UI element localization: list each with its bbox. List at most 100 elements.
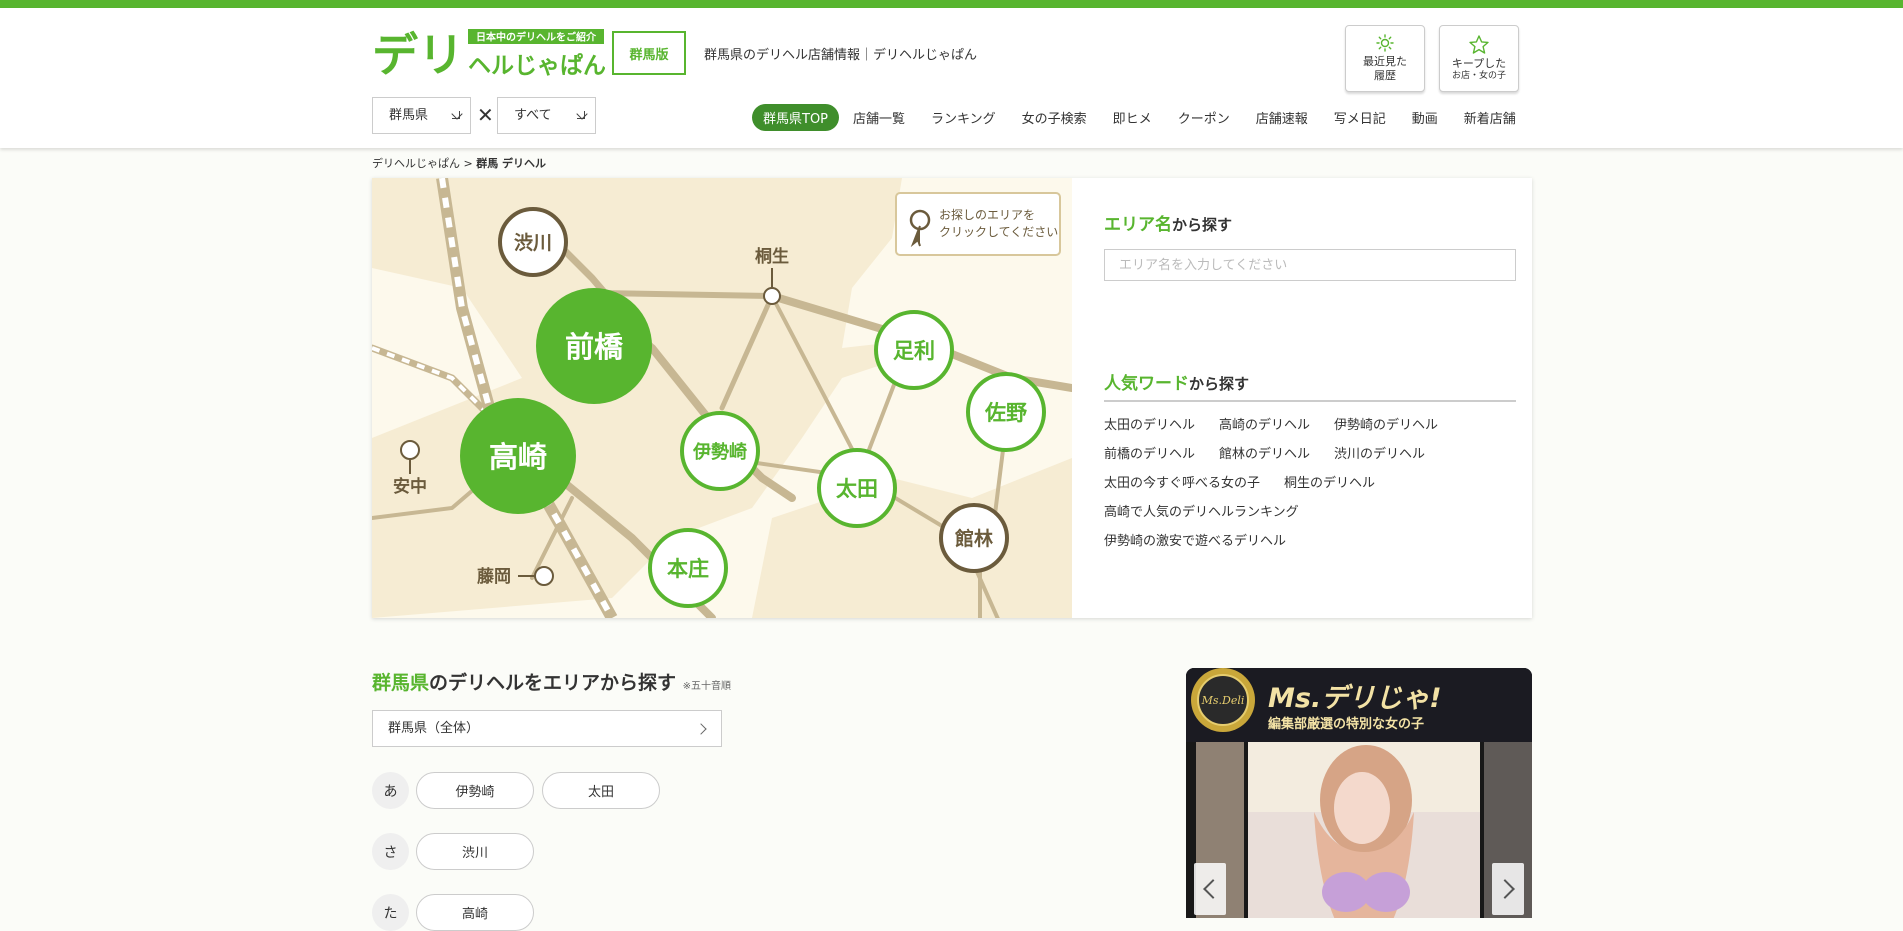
popular-word-link[interactable]: 高崎で人気のデリヘルランキング <box>1104 501 1492 520</box>
nav-item-gunma-top[interactable]: 群馬県TOP <box>752 103 840 131</box>
area-list-title-highlight: 群馬県 <box>372 672 430 694</box>
popular-word-link[interactable]: 前橋のデリヘル <box>1104 443 1195 462</box>
kana-label: さ <box>372 833 409 870</box>
nav-item-new-shops[interactable]: 新着店舗 <box>1464 108 1516 127</box>
popular-words-list: 太田のデリヘル 高崎のデリヘル 伊勢崎のデリヘル 前橋のデリヘル 館林のデリヘル… <box>1104 414 1516 559</box>
recent-label-line1: 最近見た <box>1363 54 1407 68</box>
popular-word-link[interactable]: 伊勢崎のデリヘル <box>1334 414 1438 433</box>
kept-items-button[interactable]: キープした お店・女の子 <box>1439 25 1519 92</box>
popular-word-link[interactable]: 館林のデリヘル <box>1219 443 1310 462</box>
map-label-kiryu: 桐生 <box>755 246 789 267</box>
sun-icon <box>1376 34 1394 52</box>
map-label-fujioka: 藤岡 <box>477 567 511 587</box>
popular-words: 人気ワードから探す 太田のデリヘル 高崎のデリヘル 伊勢崎のデリヘル 前橋のデリ… <box>1104 369 1516 559</box>
popular-title-highlight: 人気ワード <box>1104 374 1189 394</box>
chevron-left-icon <box>1203 879 1223 899</box>
chevron-down-icon <box>576 108 588 120</box>
breadcrumb-home[interactable]: デリヘルじゃぱん <box>372 157 460 170</box>
site-header: デリ 日本中のデリヘルをご紹介 ヘルじゃぱん! 群馬版 群馬県のデリヘル店舗情報… <box>0 8 1903 148</box>
kept-label-line1: キープした <box>1451 56 1507 70</box>
banner-title: Ms.デリじゃ! <box>1268 683 1442 714</box>
star-icon <box>1469 34 1489 54</box>
map-area-honjo[interactable]: 本庄 <box>648 528 728 608</box>
nav-item-photo-diary[interactable]: 写メ日記 <box>1334 108 1386 127</box>
area-list-note: ※五十音順 <box>682 681 732 692</box>
area-list-section: 群馬県のデリヘルをエリアから探す ※五十音順 群馬県（全体） あ 伊勢崎 太田 … <box>372 668 1092 931</box>
map-label-takasaki: 高崎 <box>489 440 547 474</box>
area-search-title: エリア名から探す <box>1104 210 1516 235</box>
area-name-input[interactable] <box>1104 249 1516 281</box>
area-search-title-rest: から探す <box>1172 216 1233 234</box>
popular-word-link[interactable]: 太田の今すぐ呼べる女の子 <box>1104 472 1260 491</box>
map-label-maebashi: 前橋 <box>565 330 624 364</box>
kept-label-line2: お店・女の子 <box>1451 70 1506 81</box>
search-panel: エリア名から探す 人気ワードから探す 太田のデリヘル 高崎のデリヘル 伊勢崎のデ… <box>1104 210 1516 559</box>
nav-item-sokuhime[interactable]: 即ヒメ <box>1113 108 1152 127</box>
global-nav: 群馬県TOP 店舗一覧 ランキング 女の子検索 即ヒメ クーポン 店舗速報 写メ… <box>752 103 1516 131</box>
hero-panel: お探しのエリアを クリックしてください 渋川 桐生 前橋 高崎 安中 足利 佐野… <box>372 178 1532 618</box>
area-pill-takasaki[interactable]: 高崎 <box>416 894 534 931</box>
banner-header: Ms.Deli Ms.デリじゃ! 編集部厳選の特別な女の子 <box>1186 668 1532 742</box>
kana-row-a: あ 伊勢崎 太田 <box>372 772 668 809</box>
svg-text:日本中のデリヘルをご紹介: 日本中のデリヘルをご紹介 <box>476 31 597 44</box>
popular-word-link[interactable]: 太田のデリヘル <box>1104 414 1195 433</box>
breadcrumb-current: 群馬 デリヘル <box>476 157 547 170</box>
chevron-right-icon <box>695 723 707 735</box>
banner-photo-carousel <box>1196 742 1532 918</box>
nav-item-shop-list[interactable]: 店舗一覧 <box>853 108 905 127</box>
map-area-ota[interactable]: 太田 <box>817 448 897 528</box>
carousel-prev-button[interactable] <box>1194 863 1226 915</box>
map-area-sano[interactable]: 佐野 <box>966 372 1046 452</box>
map-label-ota: 太田 <box>836 477 878 501</box>
map-label-shibukawa: 渋川 <box>514 231 552 254</box>
nav-item-girl-search[interactable]: 女の子検索 <box>1022 108 1087 127</box>
map-area-maebashi[interactable]: 前橋 <box>536 288 652 404</box>
recent-label-line2: 履歴 <box>1374 69 1396 82</box>
prefecture-all-label: 群馬県（全体） <box>388 721 480 736</box>
popular-word-link[interactable]: 渋川のデリヘル <box>1334 443 1425 462</box>
area-list-title: 群馬県のデリヘルをエリアから探す ※五十音順 <box>372 668 1092 695</box>
cross-icon: ✕ <box>477 103 494 127</box>
popular-word-link[interactable]: 桐生のデリヘル <box>1284 472 1375 491</box>
map-area-shibukawa[interactable]: 渋川 <box>498 207 568 277</box>
map-label-isesaki: 伊勢崎 <box>692 441 747 463</box>
popular-word-link[interactable]: 伊勢崎の激安で遊べるデリヘル <box>1104 530 1286 549</box>
genre-select[interactable]: すべて <box>497 97 596 134</box>
top-accent-bar <box>0 0 1903 8</box>
chevron-down-icon <box>451 108 463 120</box>
map-hint-line1: お探しのエリアを <box>939 208 1035 222</box>
map-area-ashikaga[interactable]: 足利 <box>874 310 954 390</box>
map-label-tatebayashi: 館林 <box>955 527 993 550</box>
nav-item-coupon[interactable]: クーポン <box>1178 108 1230 127</box>
recent-history-button[interactable]: 最近見た 履歴 <box>1345 25 1425 92</box>
nav-item-video[interactable]: 動画 <box>1412 108 1438 127</box>
map-area-takasaki[interactable]: 高崎 <box>460 398 576 514</box>
area-pill-ota[interactable]: 太田 <box>542 772 660 809</box>
seal-icon: Ms.Deli <box>1191 668 1255 732</box>
area-list-title-rest: のデリヘルをエリアから探す <box>429 672 677 694</box>
svg-text:デリ: デリ <box>372 28 464 80</box>
area-map: お探しのエリアを クリックしてください 渋川 桐生 前橋 高崎 安中 足利 佐野… <box>372 178 1072 618</box>
nav-item-ranking[interactable]: ランキング <box>931 108 996 127</box>
map-area-tatebayashi[interactable]: 館林 <box>939 503 1009 573</box>
chevron-right-icon <box>1495 879 1515 899</box>
kana-row-ta: た 高崎 <box>372 894 542 931</box>
map-area-isesaki[interactable]: 伊勢崎 <box>680 411 760 491</box>
carousel-next-button[interactable] <box>1492 863 1524 915</box>
kana-label: あ <box>372 772 409 809</box>
site-tagline: 群馬県のデリヘル店舗情報｜デリヘルじゃぱん <box>704 48 978 63</box>
nav-item-shop-news[interactable]: 店舗速報 <box>1256 108 1308 127</box>
area-pill-shibukawa[interactable]: 渋川 <box>416 833 534 870</box>
prefecture-select[interactable]: 群馬県 <box>372 97 471 134</box>
map-label-sano: 佐野 <box>984 401 1027 425</box>
area-pill-isesaki[interactable]: 伊勢崎 <box>416 772 534 809</box>
banner-subtitle: 編集部厳選の特別な女の子 <box>1268 716 1424 732</box>
site-logo[interactable]: デリ 日本中のデリヘルをご紹介 ヘルじゃぱん! <box>372 26 605 80</box>
prefecture-all-button[interactable]: 群馬県（全体） <box>372 710 722 747</box>
region-badge: 群馬版 <box>612 31 686 75</box>
map-hint-line2: クリックしてください <box>939 225 1058 239</box>
popular-word-link[interactable]: 高崎のデリヘル <box>1219 414 1310 433</box>
map-label-annaka: 安中 <box>393 476 427 497</box>
ms-deli-banner[interactable]: Ms.Deli Ms.デリじゃ! 編集部厳選の特別な女の子 <box>1186 668 1532 918</box>
svg-text:ヘルじゃぱん!: ヘルじゃぱん! <box>468 52 605 79</box>
